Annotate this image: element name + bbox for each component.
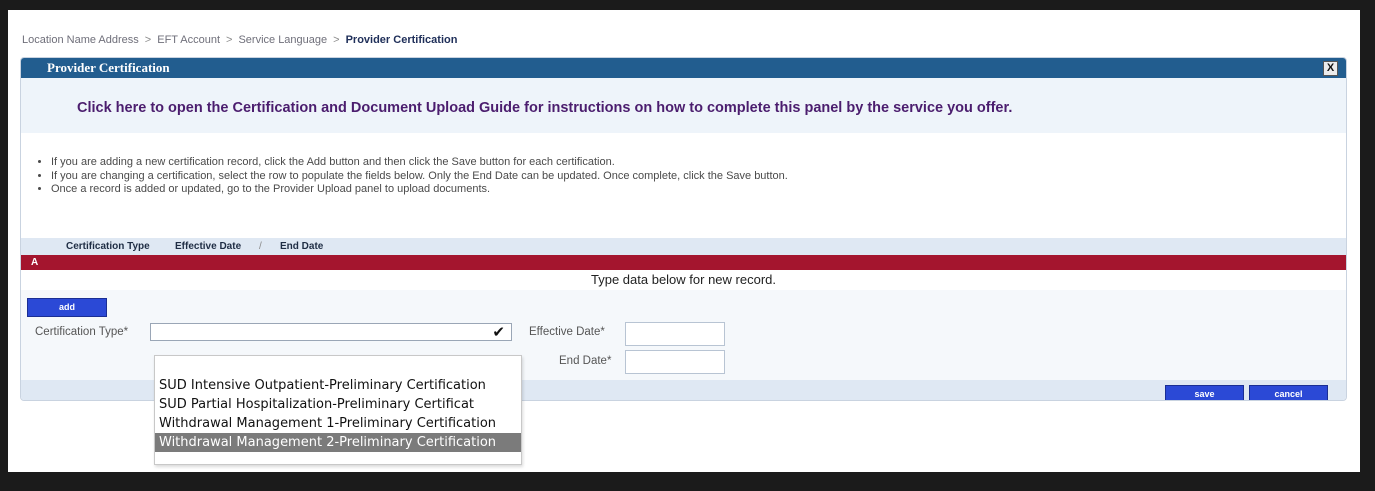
sort-indicator-icon: / bbox=[259, 241, 262, 252]
breadcrumb-eft-account[interactable]: EFT Account bbox=[157, 34, 220, 46]
column-header-certification-type[interactable]: Certification Type bbox=[66, 241, 150, 252]
effective-date-input[interactable] bbox=[625, 322, 725, 346]
column-header-end-date[interactable]: End Date bbox=[280, 241, 323, 252]
panel-header: Provider Certification X bbox=[21, 58, 1346, 78]
panel-title: Provider Certification bbox=[47, 60, 170, 75]
provider-certification-panel: Provider Certification X Click here to o… bbox=[20, 57, 1347, 401]
group-row[interactable]: A bbox=[21, 255, 1346, 270]
cancel-button[interactable]: cancel bbox=[1249, 385, 1328, 400]
dropdown-option-highlighted[interactable]: Withdrawal Management 2-Preliminary Cert… bbox=[155, 433, 521, 452]
breadcrumb: Location Name Address > EFT Account > Se… bbox=[22, 34, 457, 46]
new-record-note: Type data below for new record. bbox=[591, 272, 776, 287]
chevron-down-icon[interactable]: ✔ bbox=[492, 323, 505, 341]
instruction-item: Once a record is added or updated, go to… bbox=[51, 183, 788, 197]
breadcrumb-separator: > bbox=[333, 34, 340, 46]
end-date-label: End Date* bbox=[559, 355, 612, 367]
app-frame: Location Name Address > EFT Account > Se… bbox=[8, 10, 1360, 472]
breadcrumb-separator: > bbox=[226, 34, 233, 46]
breadcrumb-location-name-address[interactable]: Location Name Address bbox=[22, 34, 139, 46]
dropdown-option[interactable]: Withdrawal Management 1-Preliminary Cert… bbox=[155, 414, 521, 433]
save-button[interactable]: save bbox=[1165, 385, 1244, 400]
breadcrumb-current: Provider Certification bbox=[345, 34, 458, 46]
instruction-item: If you are changing a certification, sel… bbox=[51, 170, 788, 184]
instruction-item: If you are adding a new certification re… bbox=[51, 156, 788, 170]
effective-date-label: Effective Date* bbox=[529, 326, 605, 338]
grid-header: Certification Type Effective Date / End … bbox=[21, 238, 1346, 255]
close-icon[interactable]: X bbox=[1323, 61, 1338, 76]
dropdown-option[interactable]: SUD Partial Hospitalization-Preliminary … bbox=[155, 395, 521, 414]
certification-type-label: Certification Type* bbox=[35, 326, 129, 338]
breadcrumb-service-language[interactable]: Service Language bbox=[238, 34, 327, 46]
breadcrumb-separator: > bbox=[144, 34, 152, 46]
upload-guide-link[interactable]: Click here to open the Certification and… bbox=[77, 100, 1012, 116]
add-button[interactable]: add bbox=[27, 298, 107, 317]
dropdown-option[interactable]: SUD Intensive Outpatient-Preliminary Cer… bbox=[155, 376, 521, 395]
instructions-list: If you are adding a new certification re… bbox=[35, 156, 788, 197]
group-row-label: A bbox=[31, 257, 39, 268]
certification-type-select[interactable]: ✔ bbox=[150, 323, 512, 341]
certification-type-dropdown: SUD Intensive Outpatient-Preliminary Cer… bbox=[154, 355, 522, 465]
column-header-effective-date[interactable]: Effective Date bbox=[175, 241, 241, 252]
end-date-input[interactable] bbox=[625, 350, 725, 374]
